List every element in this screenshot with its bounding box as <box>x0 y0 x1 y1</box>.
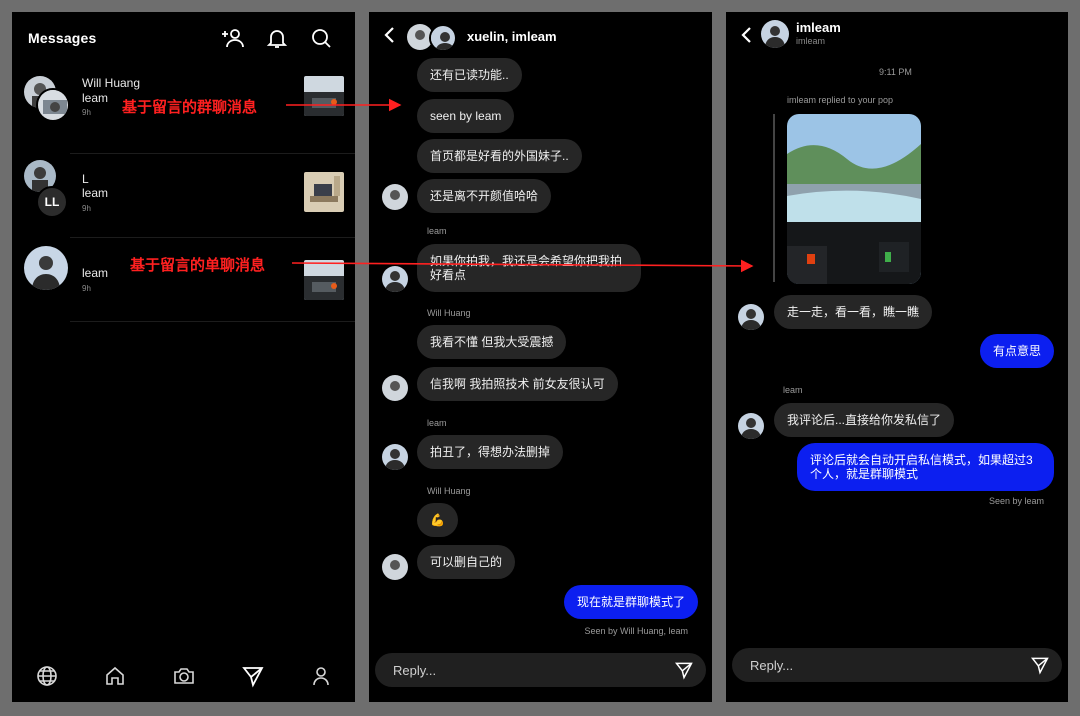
reply-placeholder: Reply... <box>393 663 437 678</box>
send-icon[interactable] <box>674 660 694 680</box>
message-bubble: 可以删自己的 <box>417 545 516 579</box>
sender-label: Will Huang <box>427 486 471 496</box>
search-icon[interactable] <box>309 26 333 50</box>
chat-header: xuelin, imleam <box>369 12 712 58</box>
chat-header: imleam imleam <box>726 12 1068 58</box>
conversation-sender: leam <box>82 186 109 200</box>
conversation-time: 9h <box>82 284 91 293</box>
reply-input[interactable]: Reply... <box>732 648 1062 682</box>
messages-header: Messages <box>12 12 355 62</box>
message-bubble: seen by leam <box>417 99 515 133</box>
chat-subtitle: imleam <box>796 36 826 46</box>
profile-icon[interactable] <box>309 664 333 688</box>
bottom-navigation <box>12 652 355 702</box>
conversation-time: 9h <box>82 108 91 117</box>
timestamp: 9:11 PM <box>879 67 912 77</box>
group-chat-annotation: 基于留言的群聊消息 <box>122 99 258 116</box>
avatar <box>36 88 70 122</box>
avatar <box>738 304 764 330</box>
seen-status: Seen by Will Huang, leam <box>584 626 688 636</box>
conversation-sender: leam <box>82 91 109 105</box>
avatar <box>382 266 408 292</box>
avatar <box>24 246 68 290</box>
avatar <box>738 413 764 439</box>
avatar <box>761 20 789 48</box>
story-reply-label: imleam replied to your pop <box>787 95 894 105</box>
reply-indicator-line <box>773 114 775 282</box>
single-chat-annotation: 基于留言的单聊消息 <box>130 257 266 274</box>
send-icon[interactable] <box>1030 655 1050 675</box>
bell-icon[interactable] <box>265 26 289 50</box>
conversation-name: leam <box>82 266 109 280</box>
back-arrow-icon[interactable] <box>740 26 754 44</box>
message-bubble: 还有已读功能.. <box>417 58 522 92</box>
my-message-bubble: 现在就是群聊模式了 <box>563 585 698 619</box>
avatar <box>382 375 408 401</box>
seen-status: Seen by leam <box>988 496 1044 506</box>
message-bubble: 我看不懂 但我大受震撼 <box>417 325 567 359</box>
sender-label: leam <box>783 385 803 395</box>
sender-label: leam <box>427 226 447 236</box>
avatar <box>382 444 408 470</box>
message-bubble: 拍丑了，得想办法删掉 <box>417 435 564 469</box>
conversation-item-l[interactable]: LL L leam 9h <box>12 154 355 238</box>
conversation-name: L <box>82 172 89 186</box>
message-bubble: 我评论后...直接给你发私信了 <box>774 403 955 437</box>
sender-label: Will Huang <box>427 308 471 318</box>
message-bubble: 如果你拍我，我还是会希望你把我拍好看点 <box>417 244 641 292</box>
send-icon[interactable] <box>241 664 265 688</box>
reply-placeholder: Reply... <box>750 658 794 673</box>
reply-input[interactable]: Reply... <box>375 653 706 687</box>
message-bubble: 首页都是好看的外国妹子.. <box>417 139 582 173</box>
initials-avatar: LL <box>36 186 68 218</box>
message-bubble: 还是离不开颜值哈哈 <box>417 179 552 213</box>
my-message-bubble: 有点意思 <box>979 334 1054 368</box>
message-thumbnail[interactable] <box>304 76 344 116</box>
avatar <box>429 24 457 52</box>
group-chat-screen: xuelin, imleam 还有已读功能.. seen by leam 首页都… <box>369 12 712 702</box>
conversation-name: Will Huang <box>82 76 141 90</box>
home-icon[interactable] <box>103 664 127 688</box>
conversation-time: 9h <box>82 204 91 213</box>
message-thumbnail[interactable] <box>304 172 344 212</box>
my-message-bubble: 评论后就会自动开启私信模式，如果超过3个人，就是群聊模式 <box>797 443 1054 491</box>
back-arrow-icon[interactable] <box>383 26 397 44</box>
divider <box>70 321 355 322</box>
chat-title: imleam <box>796 20 841 35</box>
camera-icon[interactable] <box>172 664 196 688</box>
message-bubble: 走一走，看一看，瞧一瞧 <box>774 295 933 329</box>
chat-title: xuelin, imleam <box>467 29 557 44</box>
avatar <box>382 554 408 580</box>
globe-icon[interactable] <box>35 664 59 688</box>
message-bubble: 信我啊 我拍照技术 前女友很认可 <box>417 367 618 401</box>
conversation-item-leam[interactable]: leam 9h <box>12 238 355 322</box>
avatar <box>382 184 408 210</box>
sender-label: leam <box>427 418 447 428</box>
add-person-icon[interactable] <box>221 26 245 50</box>
single-chat-screen: imleam imleam 9:11 PM imleam replied to … <box>726 12 1068 702</box>
page-title: Messages <box>28 30 97 46</box>
message-bubble: 💪 <box>417 503 458 537</box>
message-thumbnail[interactable] <box>304 260 344 300</box>
story-image[interactable] <box>787 114 921 284</box>
